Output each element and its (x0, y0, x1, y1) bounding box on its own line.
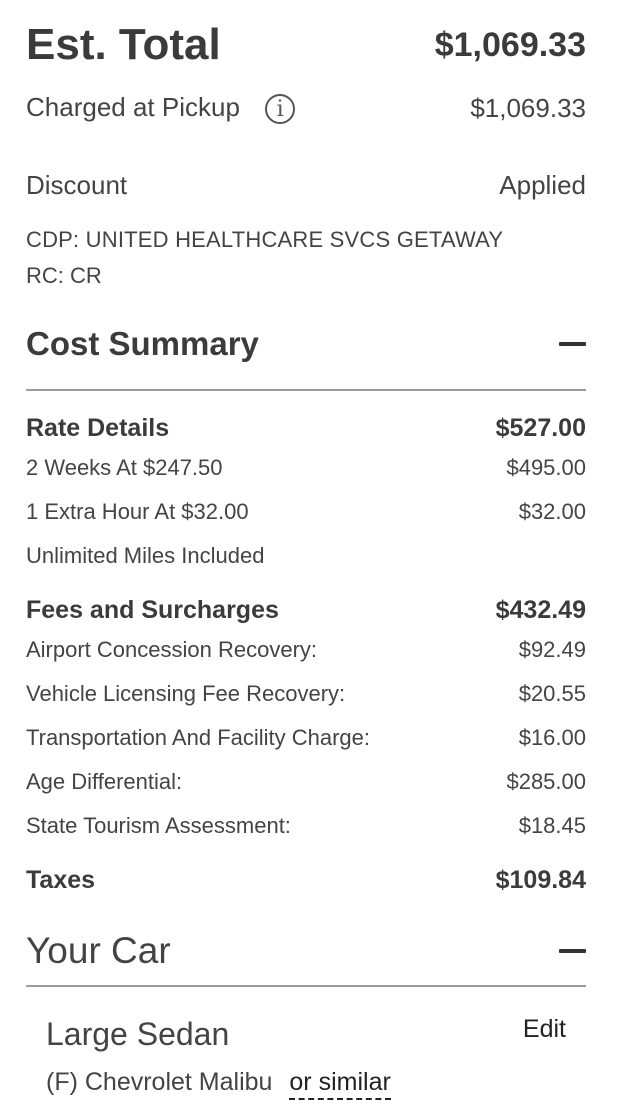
charged-at-pickup-row: Charged at Pickup i $1,069.33 (26, 92, 586, 125)
car-model: (F) Chevrolet Malibu or similar (46, 1068, 391, 1100)
rate-details-label: Rate Details (26, 414, 170, 442)
rate-line-label: 2 Weeks At $247.50 (26, 455, 223, 480)
discount-code-rc: RC: CR (26, 263, 102, 288)
fees-total: $432.49 (495, 596, 586, 624)
rate-line: 1 Extra Hour At $32.00 $32.00 (26, 499, 586, 525)
discount-code-cdp: CDP: UNITED HEALTHCARE SVCS GETAWAY (26, 227, 504, 252)
car-model-name: (F) Chevrolet Malibu (46, 1068, 273, 1096)
rate-line: 2 Weeks At $247.50 $495.00 (26, 455, 586, 481)
minus-icon[interactable] (559, 342, 586, 346)
fee-line-value: $18.45 (518, 813, 586, 838)
fees-row: Fees and Surcharges $432.49 (26, 596, 586, 625)
fee-line: Vehicle Licensing Fee Recovery: $20.55 (26, 681, 586, 707)
rate-line-label: 1 Extra Hour At $32.00 (26, 499, 249, 524)
or-similar-link[interactable]: or similar (289, 1068, 391, 1100)
info-icon[interactable]: i (265, 94, 296, 125)
your-car-header[interactable]: Your Car (26, 930, 586, 972)
car-class: Large Sedan (46, 1016, 230, 1052)
fee-line-value: $285.00 (506, 769, 586, 794)
rate-line-value: $495.00 (506, 455, 586, 480)
fee-line: Age Differential: $285.00 (26, 769, 586, 795)
edit-link[interactable]: Edit (523, 1015, 566, 1044)
discount-row: Discount Applied (26, 170, 586, 201)
rate-line: Unlimited Miles Included (26, 543, 586, 569)
est-total-value: $1,069.33 (434, 25, 586, 64)
fee-line-label: Transportation And Facility Charge: (26, 725, 371, 750)
discount-value: Applied (499, 170, 586, 200)
taxes-total: $109.84 (495, 866, 586, 894)
taxes-row: Taxes $109.84 (26, 866, 586, 895)
divider (26, 985, 586, 987)
est-total-label: Est. Total (26, 20, 221, 69)
charged-at-pickup-value: $1,069.33 (470, 92, 586, 123)
fee-line: State Tourism Assessment: $18.45 (26, 813, 586, 839)
rate-details-total: $527.00 (495, 414, 586, 442)
rate-line-label: Unlimited Miles Included (26, 543, 265, 568)
cost-summary-title: Cost Summary (26, 325, 259, 362)
fee-line-value: $92.49 (518, 637, 586, 662)
discount-label: Discount (26, 170, 128, 200)
rate-line-value: $32.00 (518, 499, 586, 524)
rate-details-row: Rate Details $527.00 (26, 414, 586, 443)
estimated-total-row: Est. Total $1,069.33 (26, 20, 586, 70)
fee-line-label: State Tourism Assessment: (26, 813, 291, 838)
fee-line-value: $20.55 (518, 681, 586, 706)
fee-line: Transportation And Facility Charge: $16.… (26, 725, 586, 751)
fee-line-value: $16.00 (518, 725, 586, 750)
fee-line-label: Age Differential: (26, 769, 183, 794)
fee-line-label: Vehicle Licensing Fee Recovery: (26, 681, 346, 706)
divider (26, 389, 586, 391)
fee-line: Airport Concession Recovery: $92.49 (26, 637, 586, 663)
fees-label: Fees and Surcharges (26, 596, 279, 624)
charged-at-pickup-label: Charged at Pickup (26, 92, 240, 122)
minus-icon[interactable] (559, 949, 586, 953)
charged-label-group: Charged at Pickup i (26, 92, 296, 125)
your-car-title: Your Car (26, 930, 171, 971)
cost-summary-header[interactable]: Cost Summary (26, 325, 586, 363)
fee-line-label: Airport Concession Recovery: (26, 637, 318, 662)
taxes-label: Taxes (26, 866, 96, 894)
